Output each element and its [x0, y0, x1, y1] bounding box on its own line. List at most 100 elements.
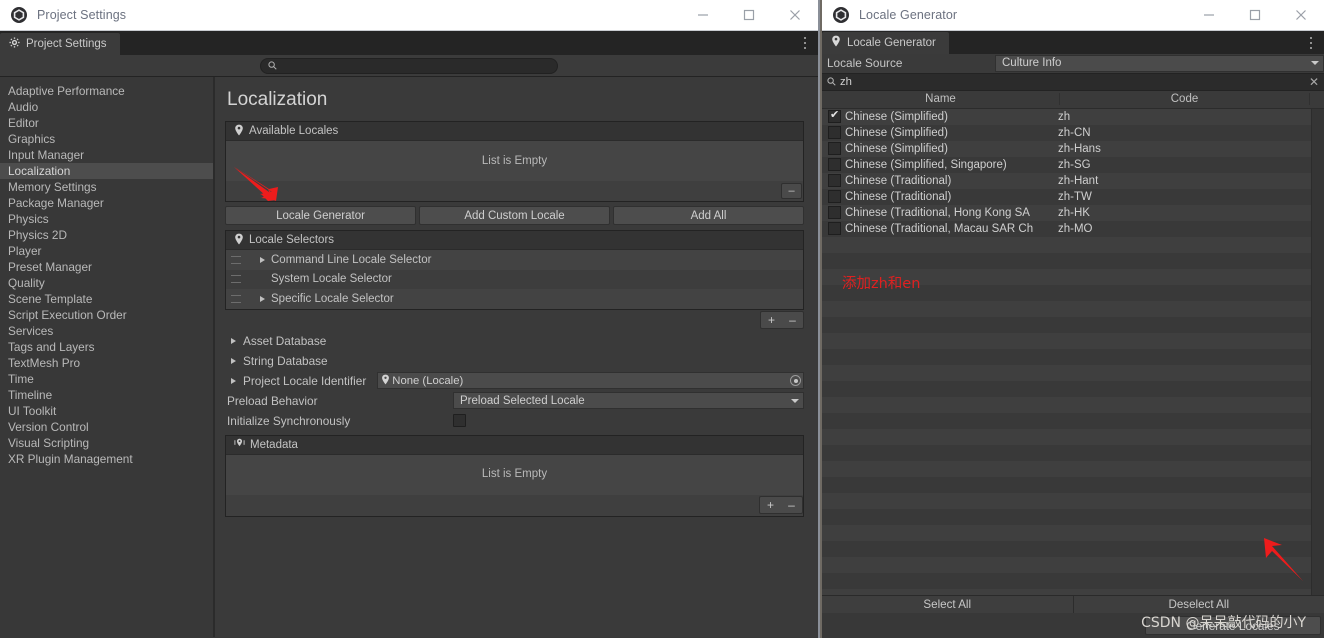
sidebar-item-tags-and-layers[interactable]: Tags and Layers	[0, 339, 213, 355]
chevron-right-icon[interactable]	[231, 338, 236, 344]
sidebar-item-package-manager[interactable]: Package Manager	[0, 195, 213, 211]
sidebar-item-textmesh-pro[interactable]: TextMesh Pro	[0, 355, 213, 371]
drag-handle-icon[interactable]	[231, 275, 241, 283]
initialize-synchronously-checkbox[interactable]	[453, 414, 466, 427]
row-checkbox[interactable]	[828, 110, 841, 123]
chevron-down-icon	[1311, 61, 1319, 65]
table-row[interactable]: Chinese (Simplified, Singapore) zh-SG	[822, 157, 1324, 173]
sidebar-item-editor[interactable]: Editor	[0, 115, 213, 131]
sidebar-item-time[interactable]: Time	[0, 371, 213, 387]
settings-search-input[interactable]	[281, 60, 550, 72]
sidebar-item-graphics[interactable]: Graphics	[0, 131, 213, 147]
minimize-icon[interactable]	[1186, 0, 1232, 31]
remove-metadata-button[interactable]: –	[781, 497, 802, 513]
sidebar-item-quality[interactable]: Quality	[0, 275, 213, 291]
table-row-empty	[822, 493, 1324, 509]
deselect-all-button[interactable]: Deselect All	[1074, 596, 1324, 613]
clear-search-icon[interactable]: ✕	[1309, 77, 1319, 87]
column-header-code[interactable]: Code	[1060, 93, 1310, 105]
sidebar-item-preset-manager[interactable]: Preset Manager	[0, 259, 213, 275]
close-icon[interactable]	[772, 0, 818, 31]
sidebar-item-visual-scripting[interactable]: Visual Scripting	[0, 435, 213, 451]
locale-generator-button[interactable]: Locale Generator	[225, 206, 416, 225]
column-header-name[interactable]: Name	[822, 93, 1060, 105]
sidebar-item-script-execution-order[interactable]: Script Execution Order	[0, 307, 213, 323]
row-checkbox[interactable]	[828, 190, 841, 203]
search-input-wrap[interactable]	[260, 58, 558, 74]
right-panel-menu-icon[interactable]	[1304, 35, 1318, 51]
chevron-right-icon[interactable]	[231, 358, 236, 364]
sidebar-item-input-manager[interactable]: Input Manager	[0, 147, 213, 163]
sidebar-item-scene-template[interactable]: Scene Template	[0, 291, 213, 307]
sidebar-item-ui-toolkit[interactable]: UI Toolkit	[0, 403, 213, 419]
locale-source-dropdown[interactable]: Culture Info	[995, 55, 1324, 72]
table-row-empty	[822, 445, 1324, 461]
sidebar-item-physics-2d[interactable]: Physics 2D	[0, 227, 213, 243]
table-row[interactable]: Chinese (Simplified) zh	[822, 109, 1324, 125]
minimize-icon[interactable]	[680, 0, 726, 31]
locale-table-body[interactable]: Chinese (Simplified) zh Chinese (Simplif…	[822, 109, 1324, 595]
chevron-right-icon[interactable]	[260, 296, 265, 302]
locale-selectors-toolbar: + –	[225, 310, 804, 331]
locale-pin-icon	[234, 233, 244, 248]
sidebar-item-audio[interactable]: Audio	[0, 99, 213, 115]
metadata-title: Metadata	[250, 439, 298, 451]
sidebar-item-localization[interactable]: Localization	[0, 163, 213, 179]
chevron-right-icon[interactable]	[231, 378, 236, 384]
tab-project-settings[interactable]: Project Settings	[0, 33, 120, 55]
sidebar-item-player[interactable]: Player	[0, 243, 213, 259]
sidebar-item-physics[interactable]: Physics	[0, 211, 213, 227]
table-row[interactable]: Chinese (Traditional) zh-TW	[822, 189, 1324, 205]
locale-list-scrollbar[interactable]	[1311, 109, 1324, 595]
sidebar-item-xr-plugin-management[interactable]: XR Plugin Management	[0, 451, 213, 467]
maximize-icon[interactable]	[726, 0, 772, 31]
project-locale-identifier-field[interactable]: None (Locale)	[377, 372, 804, 389]
locale-name: Chinese (Traditional, Hong Kong SA	[845, 207, 1058, 219]
list-item[interactable]: System Locale Selector	[226, 270, 803, 290]
table-row[interactable]: Chinese (Traditional, Macau SAR Ch zh-MO	[822, 221, 1324, 237]
row-checkbox[interactable]	[828, 158, 841, 171]
row-checkbox[interactable]	[828, 206, 841, 219]
settings-sidebar[interactable]: Adaptive Performance Audio Editor Graphi…	[0, 77, 214, 637]
preload-behavior-dropdown[interactable]: Preload Selected Locale	[453, 392, 804, 409]
add-metadata-button[interactable]: +	[760, 497, 781, 513]
foldout-asset-database[interactable]: Asset Database	[225, 331, 804, 351]
sidebar-item-adaptive-performance[interactable]: Adaptive Performance	[0, 83, 213, 99]
table-row[interactable]: Chinese (Traditional, Hong Kong SA zh-HK	[822, 205, 1324, 221]
close-icon[interactable]	[1278, 0, 1324, 31]
sidebar-item-memory-settings[interactable]: Memory Settings	[0, 179, 213, 195]
tab-locale-generator[interactable]: Locale Generator	[822, 32, 949, 54]
object-picker-icon[interactable]	[790, 375, 801, 386]
remove-locale-button[interactable]: –	[781, 183, 802, 199]
remove-selector-button[interactable]: –	[782, 312, 803, 328]
unity-logo-icon	[832, 6, 850, 24]
row-checkbox[interactable]	[828, 142, 841, 155]
table-row[interactable]: Chinese (Traditional) zh-Hant	[822, 173, 1324, 189]
locale-generator-body: Locale Generator Locale Source Culture I…	[822, 31, 1324, 638]
drag-handle-icon[interactable]	[231, 295, 241, 303]
sidebar-item-timeline[interactable]: Timeline	[0, 387, 213, 403]
foldout-string-database[interactable]: String Database	[225, 351, 804, 371]
locale-search-row[interactable]: ✕	[822, 73, 1324, 91]
select-all-button[interactable]: Select All	[822, 596, 1074, 613]
row-checkbox[interactable]	[828, 222, 841, 235]
sidebar-item-version-control[interactable]: Version Control	[0, 419, 213, 435]
add-custom-locale-button[interactable]: Add Custom Locale	[419, 206, 610, 225]
table-row[interactable]: Chinese (Simplified) zh-Hans	[822, 141, 1324, 157]
add-all-button[interactable]: Add All	[613, 206, 804, 225]
chevron-right-icon[interactable]	[260, 257, 265, 263]
locale-search-input[interactable]	[840, 76, 1305, 88]
table-row[interactable]: Chinese (Simplified) zh-CN	[822, 125, 1324, 141]
sidebar-item-services[interactable]: Services	[0, 323, 213, 339]
row-checkbox[interactable]	[828, 126, 841, 139]
drag-handle-icon[interactable]	[231, 256, 241, 264]
table-row-empty	[822, 365, 1324, 381]
add-selector-button[interactable]: +	[761, 312, 782, 328]
locale-source-label: Locale Source	[827, 56, 995, 70]
locale-code: zh-SG	[1058, 159, 1324, 171]
left-panel-menu-icon[interactable]	[798, 35, 812, 51]
row-checkbox[interactable]	[828, 174, 841, 187]
list-item[interactable]: Command Line Locale Selector	[226, 250, 803, 270]
maximize-icon[interactable]	[1232, 0, 1278, 31]
list-item[interactable]: Specific Locale Selector	[226, 289, 803, 309]
